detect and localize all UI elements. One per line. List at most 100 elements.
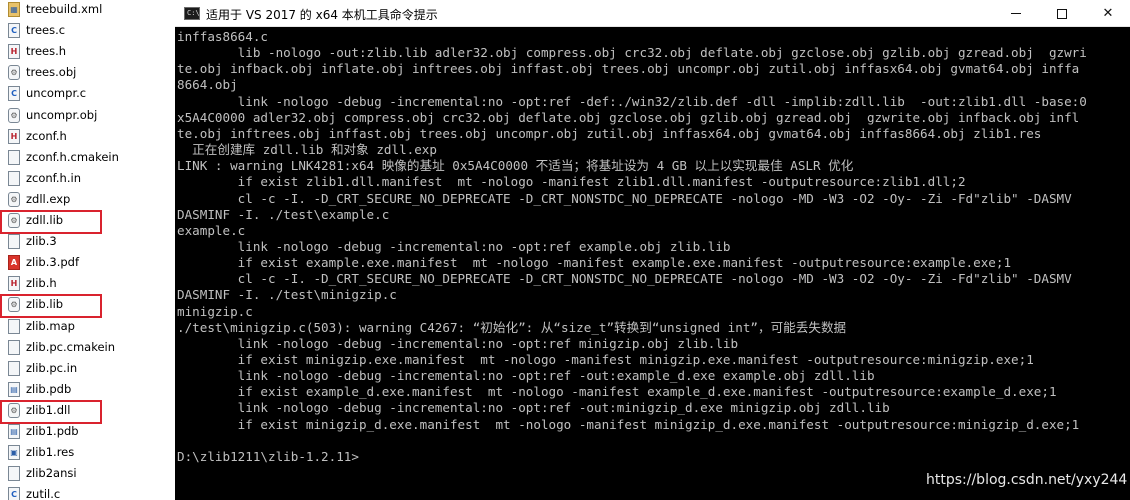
console-line: DASMINF -I. ./test\minigzip.c: [177, 287, 397, 303]
res-file-icon: ▣: [8, 445, 20, 460]
file-item[interactable]: zconf.h.cmakein: [0, 147, 175, 168]
maximize-icon: [1057, 8, 1067, 19]
console-line: if exist zlib1.dll.manifest mt -nologo -…: [177, 174, 966, 190]
console-window: C:\ 适用于 VS 2017 的 x64 本机工具命令提示 ✕ inffas8…: [175, 0, 1130, 500]
exp-file-icon: ⚙: [8, 192, 20, 207]
file-name: zlib.pc.in: [26, 361, 78, 375]
file-item[interactable]: Cuncompr.c: [0, 83, 175, 104]
console-line: DASMINF -I. ./test\example.c: [177, 206, 390, 222]
file-item[interactable]: zlib2ansi: [0, 463, 175, 484]
file-item[interactable]: zlib.map: [0, 316, 175, 337]
minimize-icon: [1011, 13, 1021, 14]
file-list: ▦ treebuild.xml Ctrees.c Htrees.h ⚙ trees.obj…: [0, 0, 175, 500]
file-name: zlib.map: [26, 319, 75, 333]
pdb-file-icon: ▤: [8, 382, 20, 397]
dll-file-icon: ⚙: [8, 403, 20, 418]
file-item[interactable]: zconf.h.in: [0, 168, 175, 189]
file-item[interactable]: ▦ treebuild.xml: [0, 0, 175, 20]
minimize-button[interactable]: [993, 0, 1039, 27]
console-line: D:\zlib1211\zlib-1.2.11>: [177, 448, 359, 464]
file-name: treebuild.xml: [26, 2, 103, 16]
file-item[interactable]: ⚙ trees.obj: [0, 62, 175, 83]
file-icon: [8, 319, 20, 334]
close-icon: ✕: [1102, 6, 1114, 21]
file-name: zutil.c: [26, 487, 61, 500]
watermark: https://blog.csdn.net/yxy244: [926, 472, 1128, 488]
file-item[interactable]: Ctrees.c: [0, 20, 175, 41]
c-file-icon: C: [8, 487, 20, 500]
file-icon: [8, 466, 20, 481]
file-item[interactable]: zlib.pc.cmakein: [0, 337, 175, 358]
maximize-button[interactable]: [1039, 0, 1085, 27]
console-line: te.obj infback.obj inflate.obj inftrees.…: [177, 61, 1080, 77]
console-line: link -nologo -debug -incremental:no -opt…: [177, 93, 1087, 109]
c-file-icon: C: [8, 23, 20, 38]
console-line: inffas8664.c: [177, 29, 268, 44]
h-file-icon: H: [8, 44, 20, 59]
file-item[interactable]: ▤ zlib.pdb: [0, 379, 175, 400]
file-item[interactable]: Azlib.3.pdf: [0, 252, 175, 273]
xml-file-icon: ▦: [8, 2, 20, 17]
file-icon: [8, 150, 20, 165]
console-line: lib -nologo -out:zlib.lib adler32.obj co…: [177, 45, 1087, 61]
file-name: trees.c: [26, 23, 66, 37]
file-item[interactable]: ⚙ zlib1.dll: [0, 400, 175, 421]
file-item[interactable]: ⚙ zdll.exp: [0, 189, 175, 210]
file-item[interactable]: zlib.3: [0, 231, 175, 252]
console-line: minigzip.c: [177, 303, 253, 319]
console-line: link -nologo -debug -incremental:no -opt…: [177, 400, 890, 416]
cmd-icon-text: C:\: [187, 9, 200, 17]
file-name: uncompr.c: [26, 86, 87, 100]
console-line: if exist example_d.exe.manifest mt -nolo…: [177, 384, 1057, 400]
console-line: if exist minigzip_d.exe.manifest mt -nol…: [177, 416, 1080, 432]
console-line: 正在创建库 zdll.lib 和对象 zdll.exp: [177, 142, 437, 158]
lib-file-icon: ⚙: [8, 213, 20, 228]
file-item[interactable]: Htrees.h: [0, 41, 175, 62]
console-line: 8664.obj: [177, 77, 238, 93]
obj-file-icon: ⚙: [8, 108, 20, 123]
file-icon: [8, 361, 20, 376]
console-line: link -nologo -debug -incremental:no -opt…: [177, 335, 739, 351]
console-line: cl -c -I. -D_CRT_SECURE_NO_DEPRECATE -D_…: [177, 271, 1072, 287]
console-output[interactable]: inffas8664.c lib -nologo -out:zlib.lib a…: [177, 29, 1130, 500]
file-name: zlib1.pdb: [26, 424, 79, 438]
file-name: zlib.3.pdf: [26, 255, 80, 269]
file-name: uncompr.obj: [26, 108, 98, 122]
file-item[interactable]: ⚙ zdll.lib: [0, 210, 175, 231]
pdb-file-icon: ▤: [8, 424, 20, 439]
file-item[interactable]: Hzlib.h: [0, 273, 175, 294]
h-file-icon: H: [8, 276, 20, 291]
title-bar[interactable]: C:\ 适用于 VS 2017 的 x64 本机工具命令提示 ✕: [175, 0, 1130, 27]
h-file-icon: H: [8, 129, 20, 144]
console-line: te.obj inftrees.obj inffast.obj trees.ob…: [177, 125, 1042, 141]
file-item[interactable]: zlib.pc.in: [0, 358, 175, 379]
lib-file-icon: ⚙: [8, 297, 20, 312]
file-item[interactable]: Hzconf.h: [0, 126, 175, 147]
file-name: zlib.3: [26, 234, 57, 248]
file-name: zlib1.res: [26, 445, 75, 459]
file-item[interactable]: Czutil.c: [0, 484, 175, 500]
file-item[interactable]: ▤ zlib1.pdb: [0, 421, 175, 442]
file-item[interactable]: ▣ zlib1.res: [0, 442, 175, 463]
file-name: trees.h: [26, 44, 67, 58]
console-line: LINK : warning LNK4281:x64 映像的基址 0x5A4C0…: [177, 158, 854, 174]
file-name: zconf.h.in: [26, 171, 81, 185]
file-icon: [8, 234, 20, 249]
console-line: link -nologo -debug -incremental:no -opt…: [177, 238, 731, 254]
console-line: x5A4C0000 adler32.obj compress.obj crc32…: [177, 109, 1080, 125]
file-item[interactable]: ⚙ zlib.lib: [0, 294, 175, 315]
pdf-file-icon: A: [8, 255, 20, 270]
file-name: zconf.h: [26, 129, 67, 143]
close-button[interactable]: ✕: [1085, 0, 1130, 27]
c-file-icon: C: [8, 86, 20, 101]
file-name: zlib.pdb: [26, 382, 72, 396]
file-icon: [8, 171, 20, 186]
file-name: trees.obj: [26, 65, 77, 79]
file-name: zlib1.dll: [26, 403, 71, 417]
console-line: link -nologo -debug -incremental:no -opt…: [177, 368, 875, 384]
file-name: zdll.lib: [26, 213, 64, 227]
console-line: example.c: [177, 222, 246, 238]
console-line: if exist example.exe.manifest mt -nologo…: [177, 255, 1012, 271]
console-line: cl -c -I. -D_CRT_SECURE_NO_DEPRECATE -D_…: [177, 190, 1072, 206]
file-item[interactable]: ⚙ uncompr.obj: [0, 105, 175, 126]
